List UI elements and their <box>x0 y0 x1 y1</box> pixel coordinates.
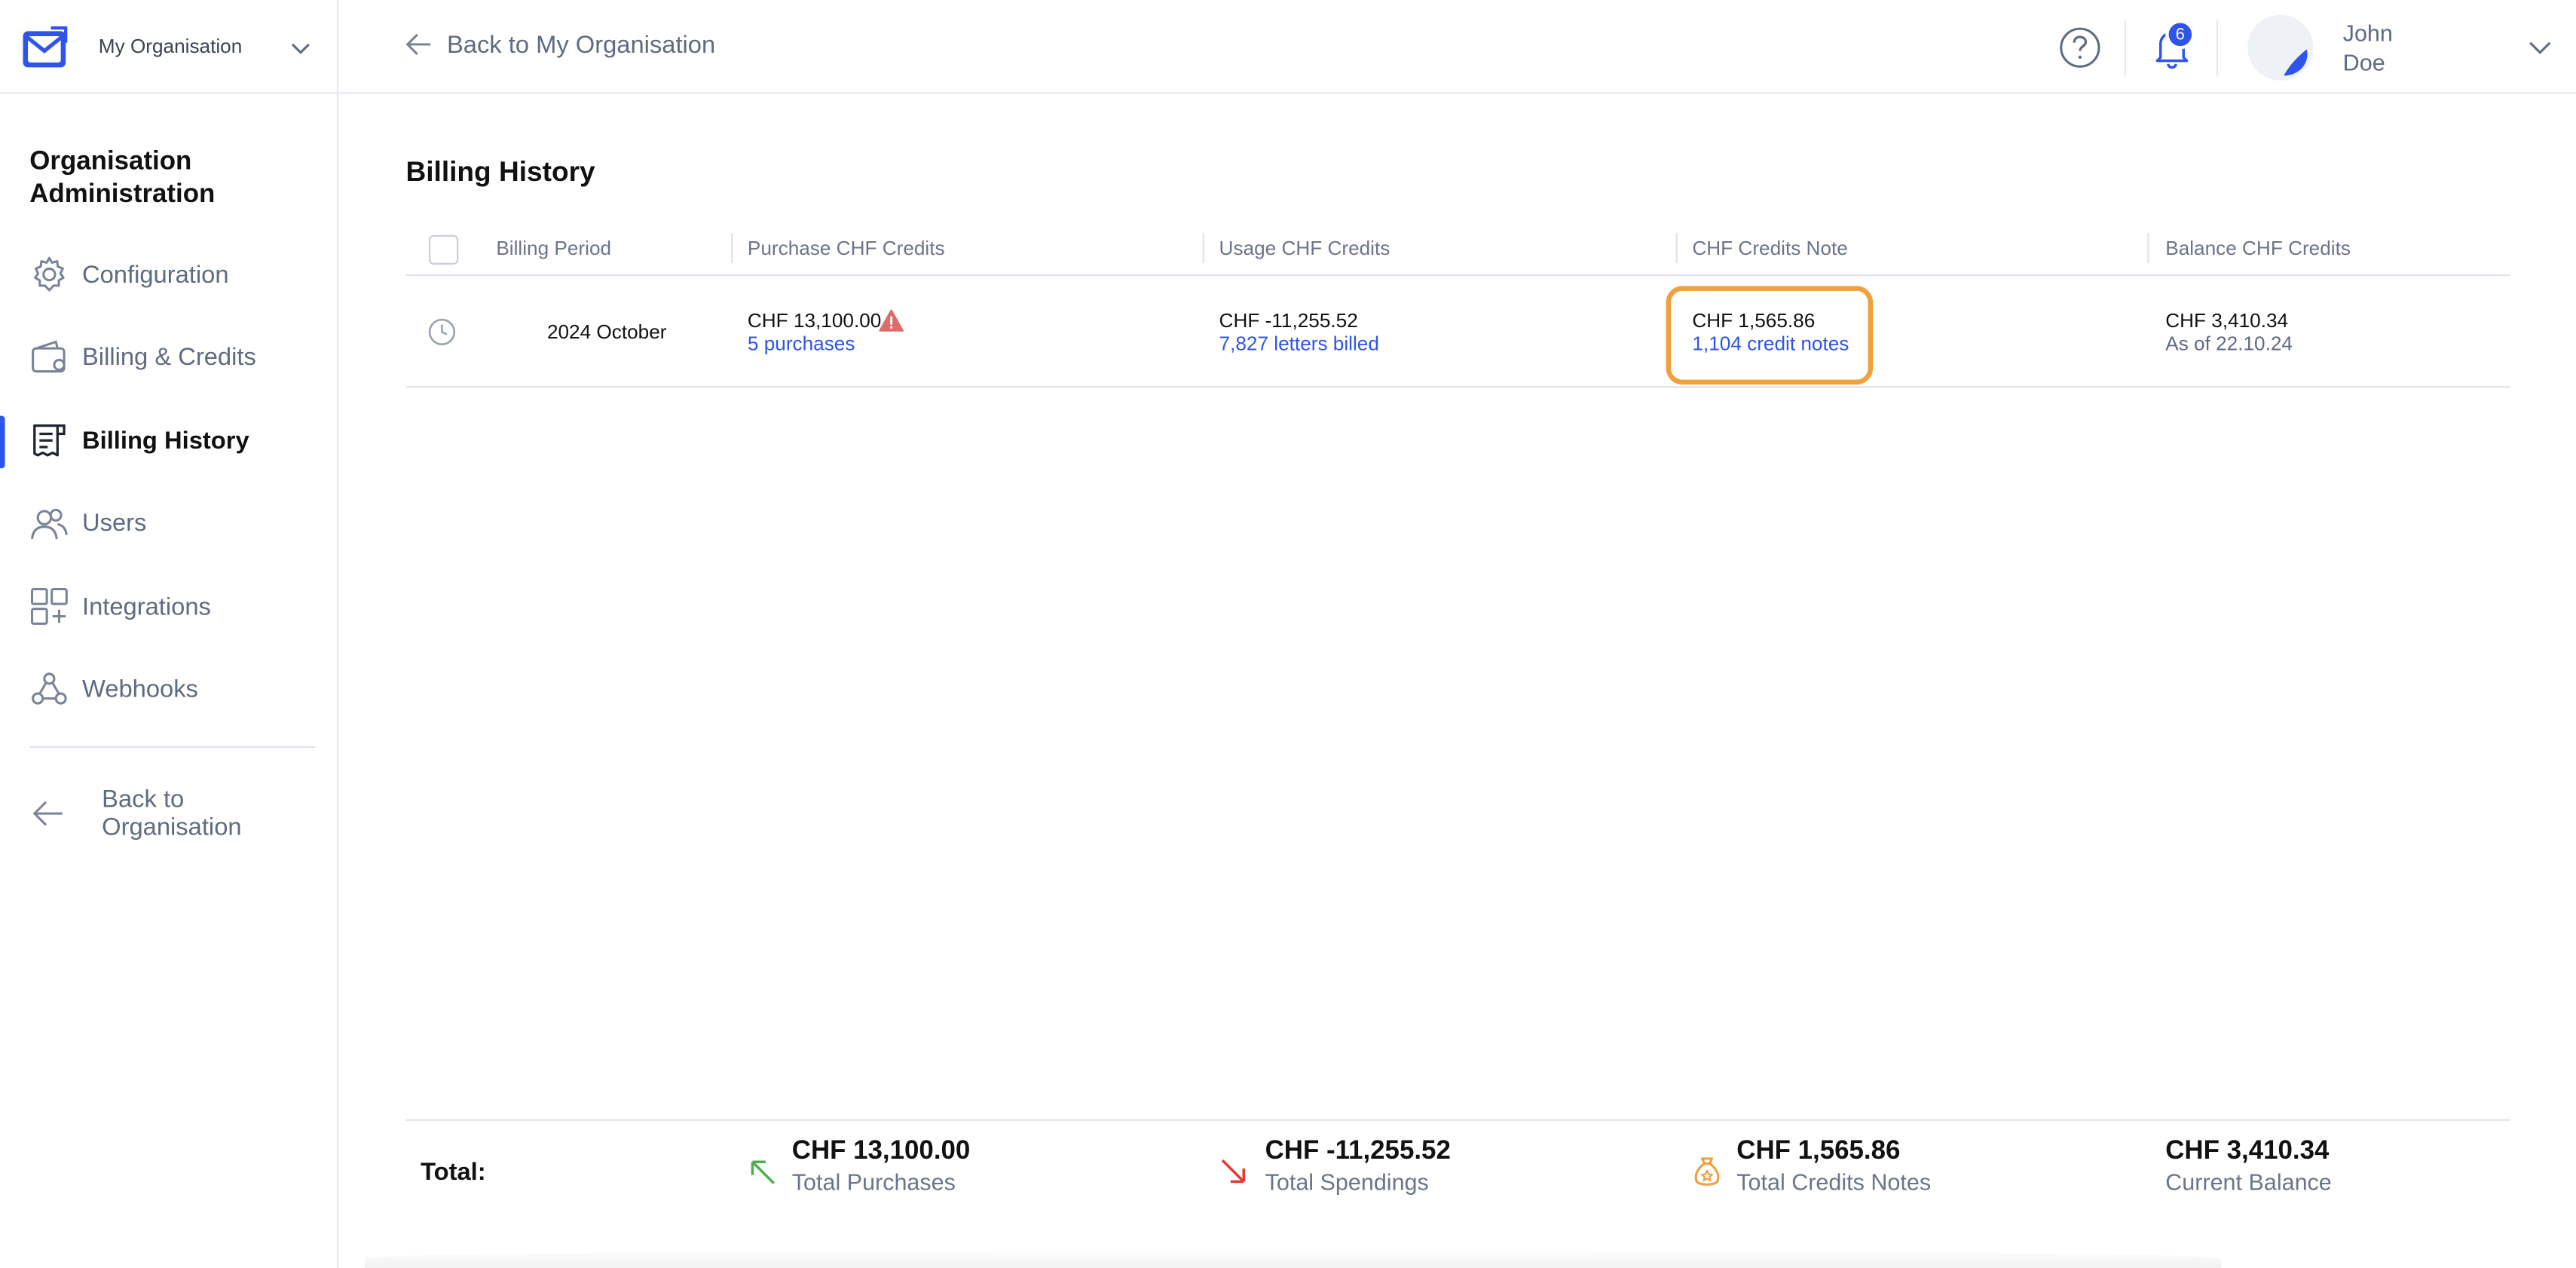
credit-notes-link[interactable]: 1,104 credit notes <box>1692 332 1849 355</box>
header-separator <box>2124 20 2126 76</box>
sidebar-item-label: Billing History <box>82 427 249 455</box>
total-credits-value: CHF 1,565.86 <box>1736 1137 1901 1165</box>
page-title: Billing History <box>405 156 595 188</box>
billing-period: 2024 October <box>546 320 667 344</box>
letters-billed-link[interactable]: 7,827 letters billed <box>1219 332 1379 355</box>
total-spendings-label: Total Spendings <box>1265 1168 1429 1195</box>
chevron-down-icon[interactable] <box>2527 35 2553 61</box>
notification-badge: 6 <box>2165 20 2195 50</box>
sidebar-item-label: Billing & Credits <box>82 344 256 372</box>
receipt-icon <box>33 424 66 458</box>
back-to-organisation-label: Back to Organisation <box>102 786 242 842</box>
total-purchases-value: CHF 13,100.00 <box>791 1137 971 1165</box>
wallet-icon <box>32 339 66 372</box>
sidebar-item-webhooks[interactable]: Webhooks <box>0 648 338 731</box>
arrow-left-icon <box>32 801 63 826</box>
sidebar-item-users[interactable]: Users <box>0 482 338 565</box>
sidebar-divider <box>29 746 316 748</box>
purchase-amount: CHF 13,100.00 <box>747 308 882 332</box>
billing-history-table: Billing Period Purchase CHF Credits Usag… <box>405 219 2511 388</box>
arrow-up-left-icon <box>751 1160 776 1184</box>
total-purchases-label: Total Purchases <box>791 1168 956 1195</box>
sidebar-item-label: Users <box>82 510 147 538</box>
user-last-name: Doe <box>2342 49 2385 76</box>
gear-icon <box>34 257 65 292</box>
usage-amount: CHF -11,255.52 <box>1219 308 1358 332</box>
clock-icon <box>428 318 456 346</box>
avatar[interactable] <box>2247 14 2314 81</box>
column-header-credits-note[interactable]: CHF Credits Note <box>1692 237 1847 260</box>
column-separator <box>1202 233 1204 263</box>
sidebar-item-label: Integrations <box>82 593 211 621</box>
column-header-balance[interactable]: Balance CHF Credits <box>2165 237 2351 260</box>
sidebar-item-integrations[interactable]: Integrations <box>0 565 338 648</box>
totals-label: Total: <box>421 1158 486 1187</box>
sidebar-item-configuration[interactable]: Configuration <box>0 234 338 317</box>
bottom-shadow <box>364 1248 2222 1268</box>
current-balance-value: CHF 3,410.34 <box>2165 1137 2330 1165</box>
section-title: Organisation Administration <box>29 148 216 209</box>
integrations-icon <box>30 588 68 626</box>
sidebar-item-label: Webhooks <box>82 675 198 704</box>
arrow-down-right-icon <box>1221 1159 1246 1184</box>
sidebar-item-billing-history[interactable]: Billing History <box>0 400 338 482</box>
totals-bar: Total: CHF 13,100.00 Total Purchases CHF… <box>405 1119 2511 1218</box>
header-separator <box>2216 20 2218 76</box>
sidebar-nav: Configuration Billing & Credits Billing … <box>0 234 338 732</box>
top-header: Back to My Organisation 6 John Doe <box>338 0 2576 94</box>
warning-icon[interactable] <box>879 309 904 332</box>
column-header-usage[interactable]: Usage CHF Credits <box>1219 237 1390 260</box>
table-header: Billing Period Purchase CHF Credits Usag… <box>405 219 2511 277</box>
back-to-organisation-link[interactable]: Back to Organisation <box>0 783 338 848</box>
help-icon[interactable] <box>2059 26 2102 69</box>
column-separator <box>1675 233 1678 263</box>
organisation-name: My Organisation <box>98 34 243 58</box>
app-logo-icon <box>23 26 68 68</box>
chevron-down-icon[interactable] <box>289 36 313 60</box>
select-all-checkbox[interactable] <box>428 234 459 265</box>
user-first-name: John <box>2342 20 2393 47</box>
back-to-my-organisation-link[interactable]: Back to My Organisation <box>404 29 715 59</box>
column-header-purchase[interactable]: Purchase CHF Credits <box>748 237 945 260</box>
column-separator <box>2147 233 2149 263</box>
table-row[interactable]: 2024 October CHF 13,100.00 5 purchases C… <box>405 276 2511 388</box>
total-credits-label: Total Credits Notes <box>1736 1168 1932 1195</box>
column-separator <box>731 233 733 263</box>
sidebar: My Organisation Organisation Administrat… <box>0 0 339 1268</box>
webhooks-icon <box>32 672 67 705</box>
balance-amount: CHF 3,410.34 <box>2165 308 2289 332</box>
sidebar-item-label: Configuration <box>82 261 229 289</box>
money-bag-icon <box>1694 1157 1720 1186</box>
balance-date: As of 22.10.24 <box>2165 332 2293 355</box>
user-name[interactable]: John Doe <box>2343 18 2393 77</box>
current-balance-label: Current Balance <box>2165 1168 2332 1195</box>
column-header-billing-period[interactable]: Billing Period <box>496 237 611 260</box>
arrow-left-icon <box>405 33 431 56</box>
users-icon <box>30 508 68 539</box>
app-root: My Organisation Organisation Administrat… <box>0 0 2576 1268</box>
back-link-label: Back to My Organisation <box>446 30 716 59</box>
organisation-switcher[interactable]: My Organisation <box>0 0 339 94</box>
sidebar-item-billing-credits[interactable]: Billing & Credits <box>0 317 338 400</box>
total-spendings-value: CHF -11,255.52 <box>1265 1137 1451 1165</box>
credits-note-amount: CHF 1,565.86 <box>1692 308 1816 332</box>
purchases-link[interactable]: 5 purchases <box>748 332 855 355</box>
